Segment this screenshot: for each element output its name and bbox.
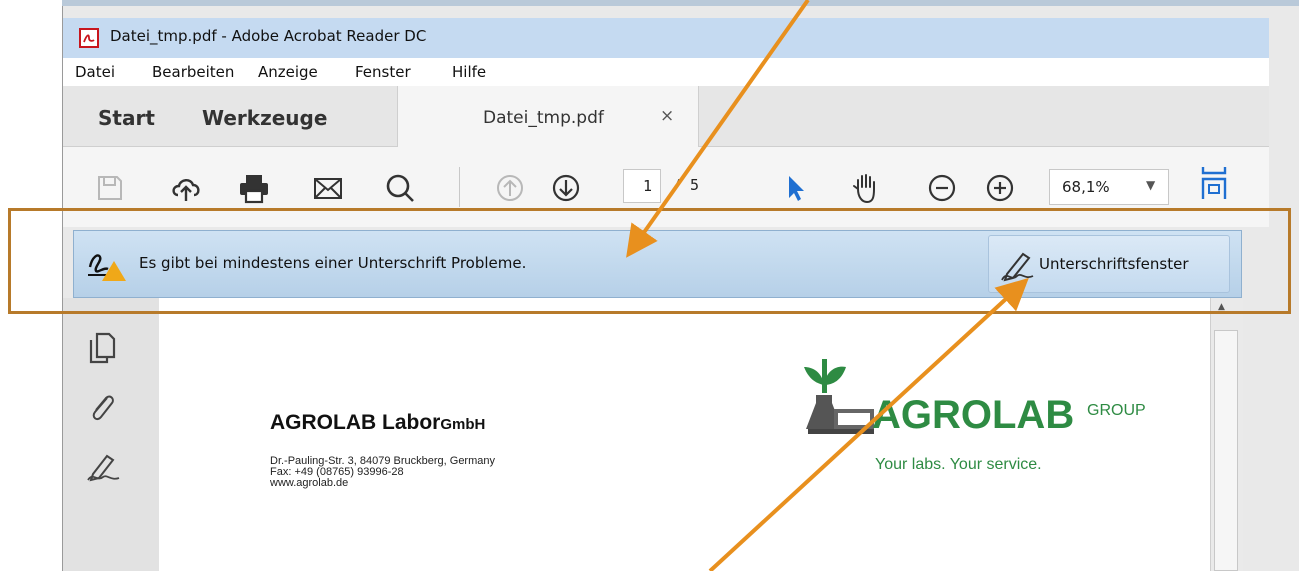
email-icon[interactable] xyxy=(311,171,345,205)
title-bar: Datei_tmp.pdf - Adobe Acrobat Reader DC xyxy=(63,18,1269,59)
zoom-value: 68,1% xyxy=(1062,178,1110,196)
select-arrow-icon[interactable] xyxy=(779,171,813,205)
tab-close-icon[interactable]: × xyxy=(660,106,674,126)
logo-tagline: Your labs. Your service. xyxy=(875,456,1042,473)
tab-start[interactable]: Start xyxy=(98,106,155,130)
company-name-suffix: GmbH xyxy=(440,416,486,433)
zoom-out-icon[interactable] xyxy=(925,171,959,205)
menu-bearbeiten[interactable]: Bearbeiten xyxy=(152,63,234,81)
toolbar-separator xyxy=(459,167,460,207)
zoom-select[interactable]: 68,1% ▼ xyxy=(1049,169,1169,205)
window-title: Datei_tmp.pdf - Adobe Acrobat Reader DC xyxy=(110,27,427,45)
tab-tools[interactable]: Werkzeuge xyxy=(202,106,327,130)
print-icon[interactable] xyxy=(237,171,271,205)
page-total: / 5 xyxy=(672,176,700,194)
tab-bar: Start Werkzeuge Datei_tmp.pdf × xyxy=(63,86,1269,147)
pages-icon[interactable] xyxy=(87,330,117,364)
hand-icon[interactable] xyxy=(849,171,883,205)
cloud-upload-icon[interactable] xyxy=(169,171,203,205)
window-top-edge xyxy=(62,0,1299,6)
company-name-main: AGROLAB Labor xyxy=(270,411,441,434)
page-down-icon[interactable] xyxy=(549,171,583,205)
menu-bar: Datei Bearbeiten Anzeige Fenster Hilfe xyxy=(63,58,1269,86)
tab-document[interactable]: Datei_tmp.pdf × xyxy=(397,86,699,147)
menu-hilfe[interactable]: Hilfe xyxy=(452,63,486,81)
acrobat-icon xyxy=(79,28,99,48)
menu-fenster[interactable]: Fenster xyxy=(355,63,411,81)
tab-document-label: Datei_tmp.pdf xyxy=(483,108,604,128)
zoom-in-icon[interactable] xyxy=(983,171,1017,205)
signature-icon[interactable] xyxy=(85,450,121,484)
logo-wordmark: AGROLAB xyxy=(872,393,1075,437)
page-number-input[interactable]: 1 xyxy=(623,169,661,203)
attachment-icon[interactable] xyxy=(87,390,117,424)
annotation-highlight-box xyxy=(8,208,1291,314)
menu-anzeige[interactable]: Anzeige xyxy=(258,63,318,81)
page-up-icon[interactable] xyxy=(493,171,527,205)
left-navigation-panel xyxy=(63,298,159,571)
agrolab-logo-icon xyxy=(804,359,874,434)
scrollbar-thumb[interactable] xyxy=(1214,330,1238,571)
search-icon[interactable] xyxy=(383,171,417,205)
company-name: AGROLAB LaborGmbH xyxy=(270,411,485,435)
fit-page-icon[interactable] xyxy=(1197,165,1231,199)
address-line-web: www.agrolab.de xyxy=(270,477,349,489)
save-icon[interactable] xyxy=(93,171,127,205)
logo-group-label: GROUP xyxy=(1087,402,1146,419)
chevron-down-icon: ▼ xyxy=(1146,178,1156,192)
menu-datei[interactable]: Datei xyxy=(75,63,115,81)
